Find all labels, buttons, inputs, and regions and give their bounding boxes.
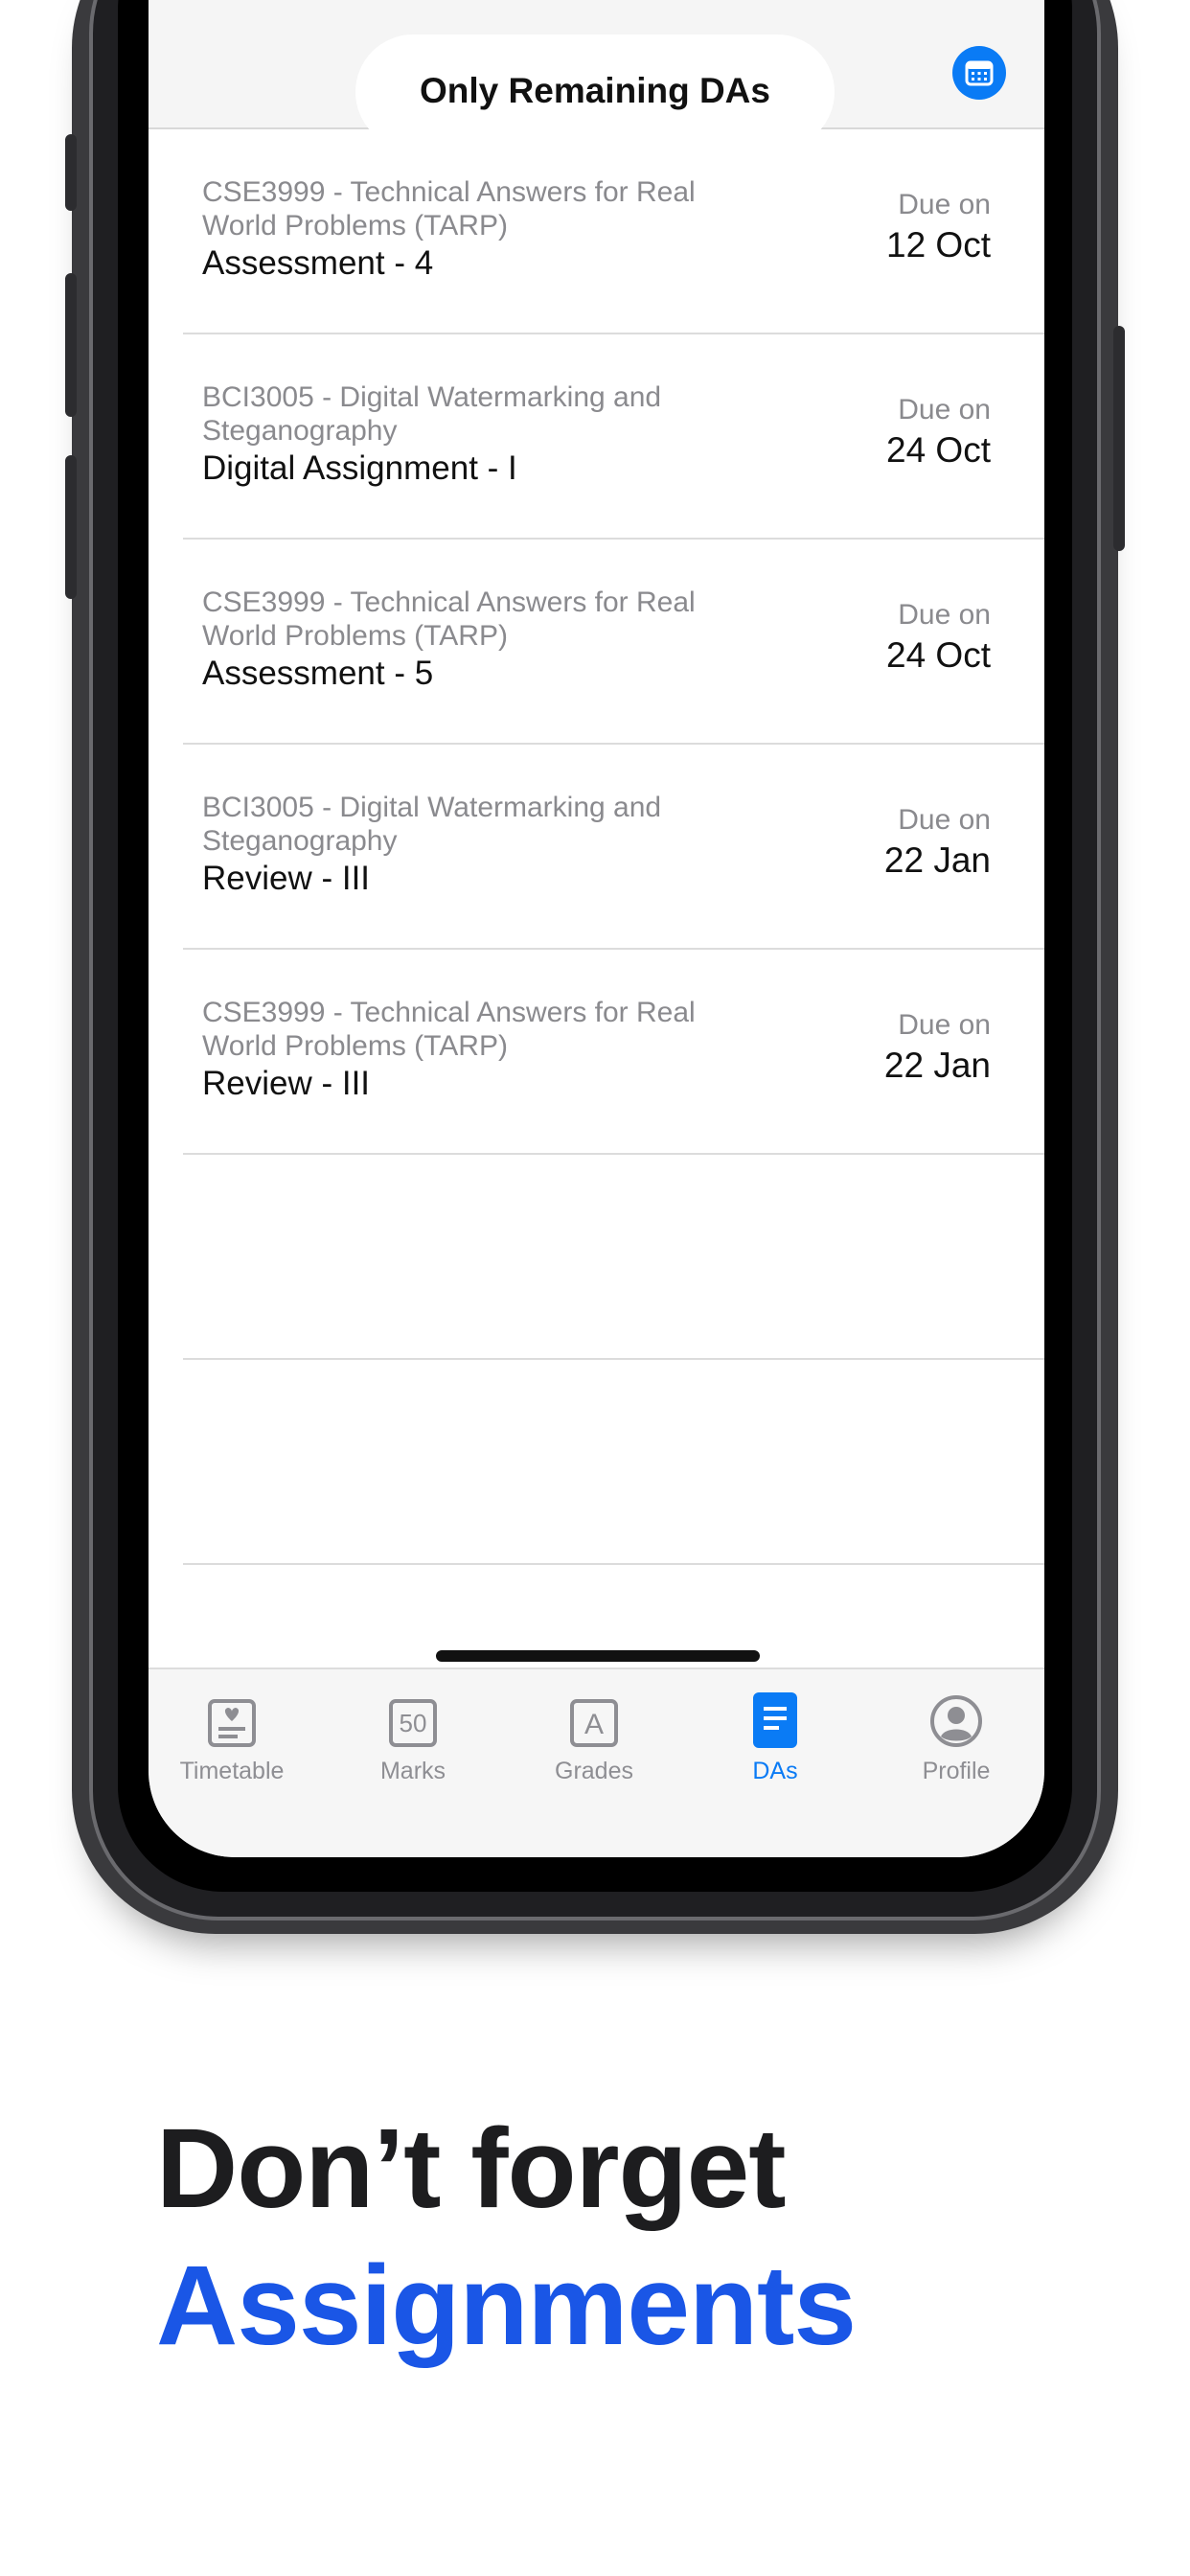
tab-timetable[interactable]: Timetable <box>155 1689 309 1785</box>
assignment-row[interactable]: CSE3999 - Technical Answers for Real Wor… <box>183 129 1044 334</box>
marks-icon: 50 <box>389 1699 437 1747</box>
tab-label: DAs <box>752 1758 798 1784</box>
caption-line-2: Assignments <box>156 2242 857 2369</box>
due-date: 24 Oct <box>886 635 991 675</box>
tab-grades[interactable]: A Grades <box>517 1689 671 1785</box>
caption-line-1: Don’t forget <box>156 2105 787 2232</box>
das-icon <box>753 1692 797 1748</box>
due-label: Due on <box>898 394 991 426</box>
due-label: Due on <box>898 804 991 836</box>
empty-row <box>183 1360 1044 1565</box>
tab-das[interactable]: DAs <box>698 1689 852 1785</box>
volume-down-button <box>65 455 77 599</box>
course-title: BCI3005 - Digital Watermarking and Stega… <box>202 381 662 447</box>
assignment-row[interactable]: BCI3005 - Digital Watermarking and Stega… <box>183 334 1044 540</box>
power-button <box>1113 326 1125 551</box>
assignment-row[interactable]: CSE3999 - Technical Answers for Real Wor… <box>183 540 1044 745</box>
tab-marks[interactable]: 50 Marks <box>336 1689 490 1785</box>
home-indicator[interactable] <box>436 1650 760 1662</box>
due-date: 22 Jan <box>883 840 991 880</box>
assignment-name: Review - III <box>202 860 371 897</box>
calendar-icon <box>965 60 994 86</box>
due-date: 24 Oct <box>886 430 991 470</box>
grades-icon-text: A <box>584 1709 604 1740</box>
empty-row <box>183 1155 1044 1360</box>
phone-screen: Only Remaining DAs CSE3999 - Technical A… <box>149 0 1044 1857</box>
mute-switch <box>65 134 77 211</box>
tab-label: Timetable <box>179 1758 285 1784</box>
assignment-row[interactable]: CSE3999 - Technical Answers for Real Wor… <box>183 950 1044 1155</box>
assignment-name: Assessment - 4 <box>202 244 434 282</box>
nav-header: Only Remaining DAs <box>149 0 1044 150</box>
assignment-name: Review - III <box>202 1065 371 1102</box>
grades-icon: A <box>570 1699 618 1747</box>
tab-profile[interactable]: Profile <box>880 1689 1033 1785</box>
due-label: Due on <box>898 189 991 220</box>
timetable-icon <box>208 1699 256 1747</box>
volume-up-button <box>65 273 77 417</box>
due-label: Due on <box>898 1009 991 1041</box>
assignment-row[interactable]: BCI3005 - Digital Watermarking and Stega… <box>183 745 1044 950</box>
assignment-list: CSE3999 - Technical Answers for Real Wor… <box>149 129 1044 1565</box>
tab-label: Profile <box>922 1758 991 1784</box>
profile-icon <box>930 1695 982 1747</box>
course-title: CSE3999 - Technical Answers for Real Wor… <box>202 997 696 1062</box>
assignment-name: Digital Assignment - I <box>202 449 517 487</box>
assignment-name: Assessment - 5 <box>202 655 434 692</box>
tab-bar: Timetable 50 Marks A Grades DAs Profile <box>149 1668 1044 1857</box>
due-label: Due on <box>898 599 991 631</box>
tab-label: Marks <box>379 1758 446 1784</box>
calendar-button[interactable] <box>952 46 1006 100</box>
course-title: CSE3999 - Technical Answers for Real Wor… <box>202 176 696 242</box>
course-title: CSE3999 - Technical Answers for Real Wor… <box>202 586 696 652</box>
tab-label: Grades <box>555 1758 633 1784</box>
course-title: BCI3005 - Digital Watermarking and Stega… <box>202 792 662 857</box>
due-date: 12 Oct <box>886 225 991 264</box>
due-date: 22 Jan <box>883 1046 991 1085</box>
marks-icon-text: 50 <box>400 1709 427 1737</box>
